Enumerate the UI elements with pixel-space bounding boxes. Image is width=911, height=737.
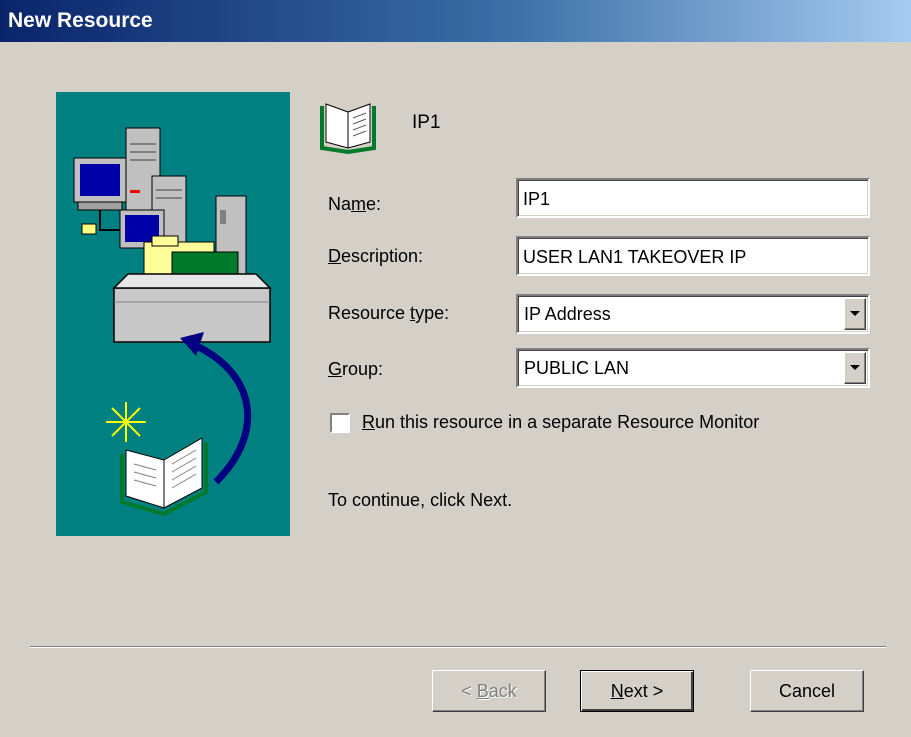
footer-divider: [30, 646, 886, 648]
cancel-button[interactable]: Cancel: [750, 670, 864, 712]
separate-monitor-label[interactable]: Run this resource in a separate Resource…: [362, 412, 759, 433]
chevron-down-icon[interactable]: [844, 352, 866, 384]
name-input[interactable]: [518, 180, 868, 216]
next-button[interactable]: Next >: [580, 670, 694, 712]
resource-type-label: Resource type:: [328, 303, 450, 323]
name-field[interactable]: [516, 178, 870, 218]
resource-type-select[interactable]: IP Address: [516, 294, 870, 334]
group-select[interactable]: PUBLIC LAN: [516, 348, 870, 388]
chevron-down-icon[interactable]: [844, 298, 866, 330]
resource-name-heading: IP1: [412, 112, 441, 133]
resource-type-value: IP Address: [524, 304, 611, 324]
window-title: New Resource: [8, 9, 153, 32]
group-value: PUBLIC LAN: [524, 358, 630, 378]
description-label: Description:: [328, 246, 424, 266]
wizard-illustration: [56, 92, 290, 536]
name-label: Name:: [328, 194, 382, 214]
description-input[interactable]: [518, 238, 868, 274]
description-field[interactable]: [516, 236, 870, 276]
open-book-icon: [318, 100, 378, 155]
continue-hint: To continue, click Next.: [328, 490, 513, 510]
back-button[interactable]: < Back: [432, 670, 546, 712]
title-bar[interactable]: New Resource: [0, 0, 911, 42]
group-label: Group:: [328, 359, 384, 379]
separate-monitor-checkbox[interactable]: [330, 413, 350, 433]
